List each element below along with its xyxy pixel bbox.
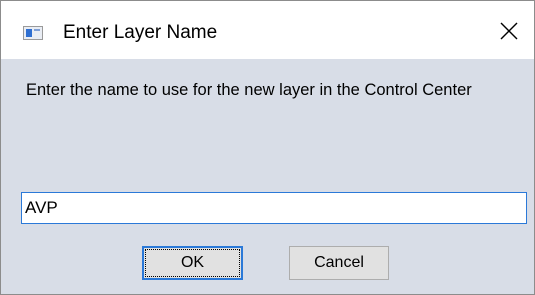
app-window-icon <box>23 26 43 40</box>
close-button[interactable] <box>489 13 529 49</box>
ok-button-label: OK <box>145 249 240 277</box>
dialog-window: Enter Layer Name Enter the name to use f… <box>0 0 535 295</box>
ok-button[interactable]: OK <box>142 246 243 280</box>
layer-name-input[interactable] <box>21 192 527 224</box>
window-title: Enter Layer Name <box>63 22 218 43</box>
prompt-text: Enter the name to use for the new layer … <box>26 81 472 99</box>
title-bar[interactable]: Enter Layer Name <box>1 1 534 59</box>
close-icon <box>500 22 518 40</box>
cancel-button[interactable]: Cancel <box>289 246 389 280</box>
